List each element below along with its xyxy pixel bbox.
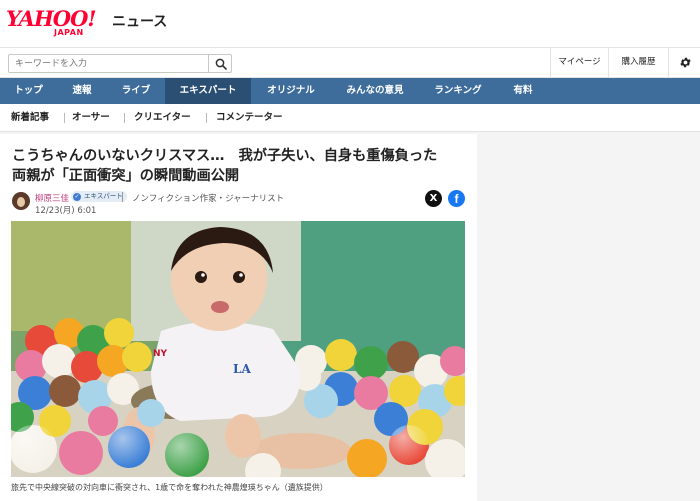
author-title: ノンフィクション作家・ジャーナリスト (132, 194, 285, 204)
sub-navigation: 新着記事 オーサー クリエイター コメンテーター (0, 104, 700, 132)
publish-date: 12/23(月) 6:01 (35, 206, 97, 216)
subnav-separator (124, 113, 125, 123)
site-header: YAHOO! JAPAN ニュース (0, 0, 700, 47)
right-sidebar (477, 134, 700, 501)
nav-original[interactable]: オリジナル (251, 78, 331, 104)
nav-opinion[interactable]: みんなの意見 (331, 78, 419, 104)
author-divider (122, 192, 123, 202)
subnav-separator (64, 113, 65, 123)
nav-top[interactable]: トップ (0, 78, 57, 104)
headline-line-1: こうちゃんのいないクリスマス… 我が子失い、自身も重傷負った (12, 148, 438, 164)
mypage-link[interactable]: マイページ (550, 48, 608, 77)
subnav-separator (206, 113, 207, 123)
nav-paid[interactable]: 有料 (497, 78, 549, 104)
facebook-icon: f (454, 192, 459, 206)
article-photo[interactable]: NY LA (11, 221, 465, 477)
gear-icon (680, 57, 691, 68)
purchase-history-link[interactable]: 購入履歴 (608, 48, 668, 77)
x-icon: X (429, 193, 438, 204)
subnav-creators[interactable]: クリエイター (134, 104, 191, 132)
expert-badge: ✓ エキスパート (71, 191, 127, 202)
svg-text:NY: NY (153, 349, 168, 359)
nav-breaking[interactable]: 速報 (57, 78, 107, 104)
article-panel: こうちゃんのいないクリスマス… 我が子失い、自身も重傷負った 両親が「正面衝突」… (0, 134, 477, 501)
expert-badge-label: エキスパート (84, 192, 123, 200)
baby-in-ball-pit-image: NY LA (11, 221, 465, 477)
search-icon (215, 58, 227, 70)
search-input[interactable] (8, 54, 208, 73)
main-navigation: トップ 速報 ライブ エキスパート オリジナル みんなの意見 ランキング 有料 (0, 78, 700, 104)
logo-news-text: ニュース (112, 14, 168, 30)
svg-text:LA: LA (233, 362, 251, 376)
share-facebook-button[interactable]: f (448, 190, 465, 207)
author-avatar[interactable] (12, 192, 30, 210)
headline-line-2: 両親が「正面衝突」の瞬間動画公開 (12, 168, 240, 184)
verified-check-icon: ✓ (73, 192, 81, 201)
settings-button[interactable] (668, 48, 700, 77)
subnav-new-articles[interactable]: 新着記事 (11, 104, 49, 132)
share-x-button[interactable]: X (425, 190, 442, 207)
subnav-commentators[interactable]: コメンテーター (216, 104, 283, 132)
search-bar-row: マイページ 購入履歴 (0, 47, 700, 78)
subnav-authors[interactable]: オーサー (72, 104, 110, 132)
article-headline: こうちゃんのいないクリスマス… 我が子失い、自身も重傷負った 両親が「正面衝突」… (12, 146, 467, 186)
search-button[interactable] (208, 54, 232, 73)
logo-japan-text: JAPAN (54, 28, 84, 37)
nav-ranking[interactable]: ランキング (419, 78, 497, 104)
nav-expert[interactable]: エキスパート (165, 78, 251, 104)
photo-caption: 旅先で中央線突破の対向車に衝突され、1歳で命を奪われた神農煌瑛ちゃん（遺族提供） (11, 483, 328, 492)
nav-live[interactable]: ライブ (107, 78, 165, 104)
author-name[interactable]: 柳原三佳 (35, 192, 69, 204)
